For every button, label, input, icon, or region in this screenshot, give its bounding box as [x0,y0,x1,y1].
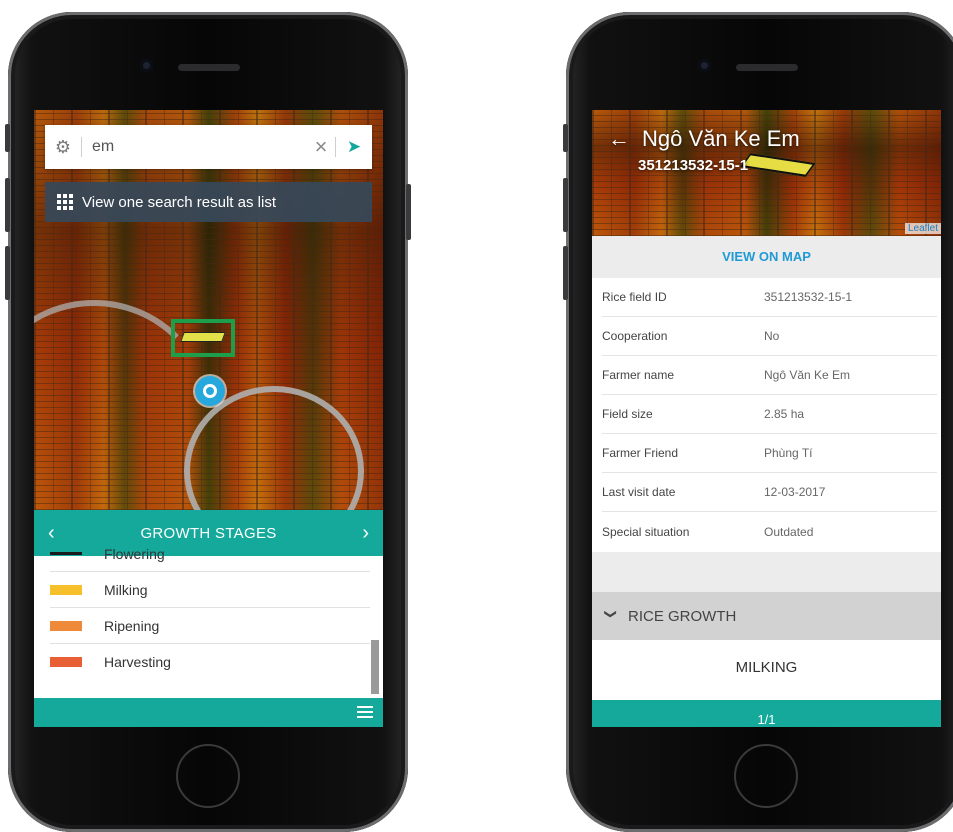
pagination: 1/1 [592,700,941,727]
legend-label: Milking [104,581,148,598]
view-as-list-label: View one search result as list [82,193,276,211]
legend-item: Milking [50,572,370,608]
current-location-marker [195,376,225,406]
front-camera [698,59,711,72]
detail-key: Farmer name [602,368,675,382]
field-details-table: Rice field ID 351213532-15-1 Cooperation… [592,278,941,552]
detail-key: Special situation [602,524,690,539]
legend-item: Ripening [50,608,370,644]
legend-label: Ripening [104,617,160,634]
volume-up-button [5,178,10,232]
detail-value: Outdated [764,524,814,539]
home-button [176,744,240,808]
detail-key: Last visit date [602,485,676,499]
navigation-arrow-icon[interactable]: ➤ [336,137,372,157]
table-row: Rice field ID 351213532-15-1 [602,278,937,317]
detail-key: Cooperation [602,329,668,343]
detail-value: 2.85 ha [764,407,805,421]
search-bar: ⚙ em × ➤ [45,125,372,169]
earpiece-speaker [178,64,240,71]
table-row: Farmer name Ngô Văn Ke Em [602,356,937,395]
legend-swatch [50,620,82,631]
table-row: Last visit date 12-03-2017 [602,473,937,512]
front-camera [140,59,153,72]
detail-key: Field size [602,407,653,421]
table-row: Field size 2.85 ha [602,395,937,434]
legend-item: Harvesting [50,644,370,680]
table-row: Special situation Outdated [602,512,937,551]
selected-field[interactable] [180,332,226,342]
arrow-left-icon[interactable]: ← [608,126,630,152]
volume-down-button [563,246,568,300]
legend-label: Harvesting [104,654,171,670]
page-title: ← Ngô Văn Ke Em [608,126,800,152]
earpiece-speaker [736,64,798,71]
detail-value: 12-03-2017 [764,485,826,499]
growth-stages-legend: Flowering Milking Ripening Harvesting [34,546,383,696]
legend-label: Flowering [104,545,165,562]
chevron-down-icon: ❯ [604,609,618,620]
close-icon[interactable]: × [307,136,335,158]
detail-key: Farmer Friend [602,446,679,460]
detail-value: Phùng Tí [764,446,813,460]
legend-swatch [50,657,82,667]
view-as-list-button[interactable]: View one search result as list [45,182,372,222]
volume-up-button [563,178,568,232]
mute-switch [5,124,10,152]
mute-switch [563,124,568,152]
phone-left: ⚙ em × ➤ View one search result as list … [5,12,411,832]
volume-down-button [5,246,10,300]
grid-icon [57,194,73,210]
search-input[interactable]: em [82,138,307,156]
phone-right: ← Ngô Văn Ke Em 351213532-15-1 Leaflet V… [563,12,953,832]
legend-swatch [50,584,82,595]
table-row: Cooperation No [602,317,937,356]
detail-value: 351213532-15-1 [764,290,853,304]
field-header: ← Ngô Văn Ke Em 351213532-15-1 Leaflet [592,110,941,236]
detail-key: Rice field ID [602,290,667,304]
farmer-name-title: Ngô Văn Ke Em [642,126,800,151]
gear-icon[interactable]: ⚙ [45,137,81,158]
section-spacer [592,552,941,592]
legend-item: Flowering [50,536,370,572]
field-id-subtitle: 351213532-15-1 [638,157,749,174]
detail-value: No [764,329,780,343]
legend-swatch [50,552,82,555]
bottom-toolbar [34,698,383,727]
view-on-map-button[interactable]: VIEW ON MAP [592,236,941,278]
home-button [734,744,798,808]
growth-stage-value: MILKING [592,640,941,696]
screen-map: ⚙ em × ➤ View one search result as list … [34,110,383,727]
leaflet-attribution[interactable]: Leaflet [904,223,941,234]
detail-value: Ngô Văn Ke Em [764,368,851,382]
legend-scrollbar[interactable] [371,640,379,694]
rice-growth-toggle[interactable]: ❯ RICE GROWTH [592,592,941,640]
list-icon[interactable] [357,706,373,721]
screen-field-details: ← Ngô Văn Ke Em 351213532-15-1 Leaflet V… [592,110,941,727]
power-button [406,184,411,240]
table-row: Farmer Friend Phùng Tí [602,434,937,473]
rice-growth-label: RICE GROWTH [628,607,737,625]
